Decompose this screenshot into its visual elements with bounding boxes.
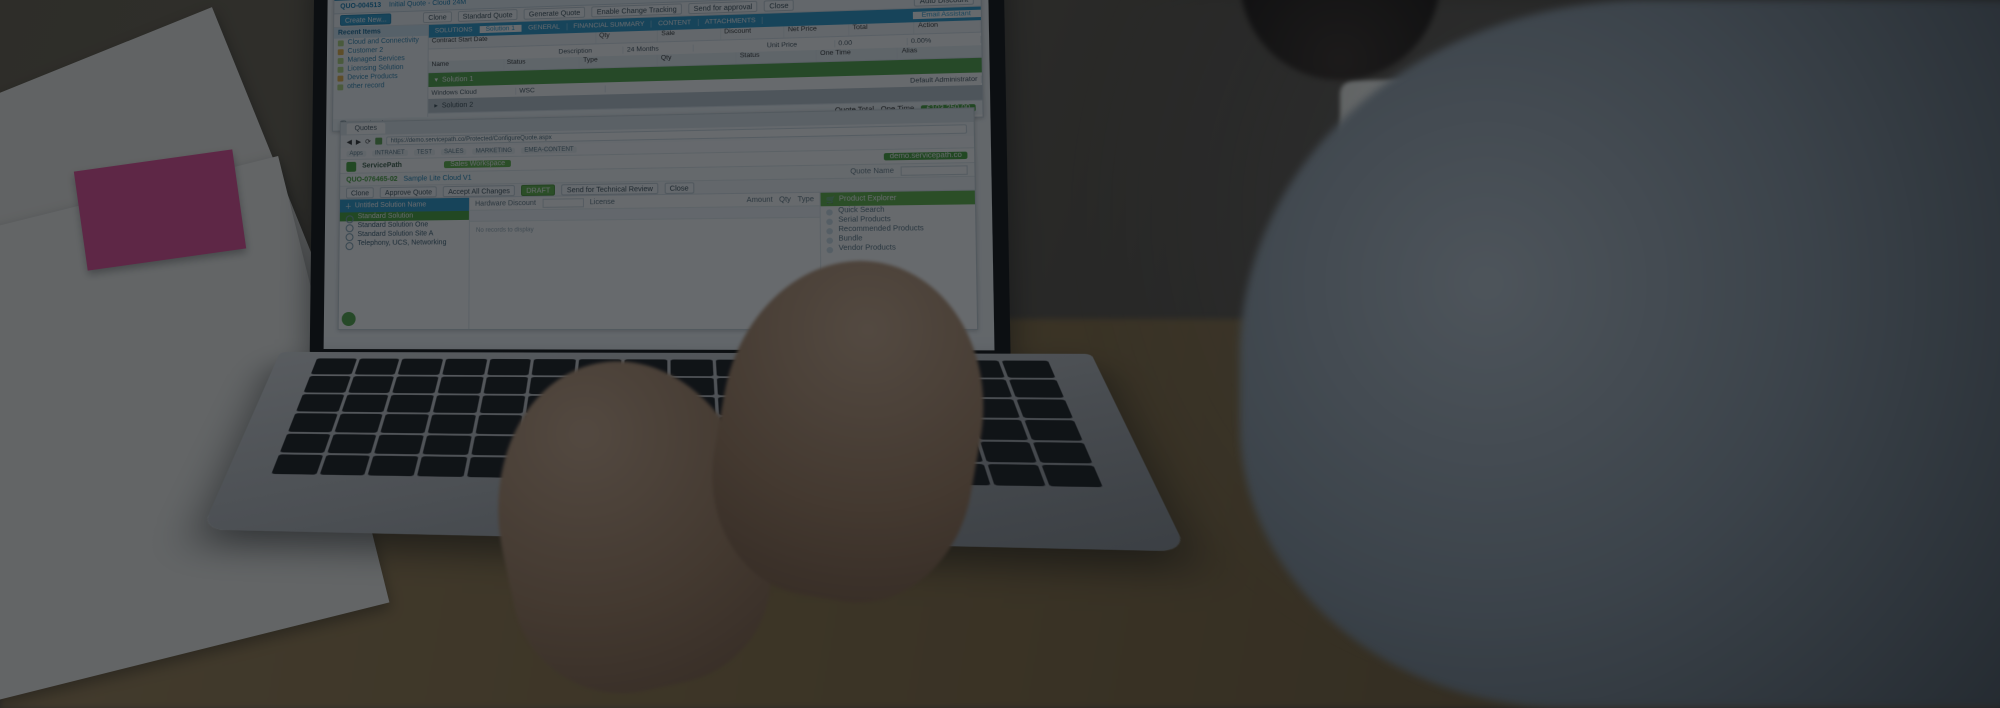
product-name: Windows Cloud: [428, 87, 516, 96]
amount-label: Amount: [747, 196, 773, 204]
license-label: License: [590, 198, 615, 205]
tree-item[interactable]: Telephony, UCS, Networking: [340, 238, 469, 248]
bookmark[interactable]: SALES: [441, 148, 467, 154]
forward-icon[interactable]: ▶: [356, 138, 361, 146]
empty-state: No records to display: [470, 218, 820, 240]
col-description: Description: [555, 46, 623, 55]
unit-price: 0.00: [835, 37, 908, 46]
tab-financial[interactable]: FINANCIAL SUMMARY: [567, 21, 652, 31]
quote-title: Initial Quote - Cloud 24M: [389, 0, 466, 9]
unit-price-label: Unit Price: [764, 40, 836, 49]
bookmark[interactable]: Apps: [346, 150, 365, 156]
status-badge: DRAFT: [521, 184, 555, 196]
close-button-2[interactable]: Close: [664, 182, 694, 194]
send-review-button[interactable]: Send for Technical Review: [562, 182, 658, 195]
chevron-right-icon: ▸: [434, 102, 438, 110]
qty-label-2: Qty: [779, 196, 791, 203]
clone-button[interactable]: Clone: [423, 11, 451, 23]
tab-content[interactable]: CONTENT: [652, 19, 699, 28]
env-badge: demo.servicepath.co: [884, 152, 967, 161]
workspace-pill[interactable]: Sales Workspace: [444, 160, 511, 168]
tree-title: Untitled Solution Name: [355, 201, 426, 209]
quote-id-2: QUO-076465-02: [346, 175, 397, 183]
tab-attachments[interactable]: ATTACHMENTS: [698, 17, 763, 26]
hw-discount-label: Hardware Discount: [475, 199, 536, 207]
back-icon[interactable]: ◀: [347, 138, 352, 146]
approve-button[interactable]: Approve Quote: [380, 186, 437, 198]
close-button[interactable]: Close: [764, 0, 794, 12]
user-name: Default Administrator: [885, 75, 982, 85]
col-action: Action: [915, 20, 982, 34]
col-netprice: Net Price: [785, 24, 850, 37]
email-assistant-toggle[interactable]: Email Assistant: [913, 10, 981, 19]
product-explorer-title: Product Explorer: [839, 195, 897, 203]
recent-items-sidebar: Recent Items Cloud and Connectivity Cust…: [333, 25, 429, 131]
brand-name: ServicePath: [362, 162, 402, 170]
col-alias: Alias: [898, 45, 981, 59]
col-onetime: One Time: [817, 48, 899, 62]
product-sku: WSC: [516, 85, 606, 94]
hw-discount-input[interactable]: [542, 198, 583, 208]
solution-1-label: Solution 1: [442, 75, 473, 83]
enable-change-tracking-button[interactable]: Enable Change Tracking: [592, 3, 682, 17]
recent-item[interactable]: other record: [333, 80, 427, 91]
bookmark[interactable]: MARKETING: [473, 147, 515, 154]
tab-solution1[interactable]: Solution 1: [480, 25, 523, 33]
standard-quote-button[interactable]: Standard Quote: [458, 9, 518, 22]
chevron-down-icon: ▾: [434, 76, 438, 84]
col-type: Type: [580, 55, 658, 68]
col-sale: Sale: [658, 28, 721, 41]
send-approval-button[interactable]: Send for approval: [688, 1, 757, 15]
plus-icon[interactable]: ＋: [345, 201, 352, 211]
col-total: Total: [849, 22, 915, 35]
col-qty2: Qty: [658, 52, 737, 65]
col-discount: Discount: [721, 26, 785, 39]
auto-discount-button[interactable]: Auto Discount: [914, 0, 974, 7]
create-new-button[interactable]: Create New...: [340, 13, 392, 25]
col-status2: Status: [737, 50, 817, 64]
quote-id: QUO-004513: [340, 2, 381, 10]
browser-tab[interactable]: Quotes: [347, 123, 385, 135]
quote-name-input[interactable]: [901, 165, 968, 176]
solution-tree-panel: ＋ Untitled Solution Name Standard Soluti…: [339, 198, 470, 329]
quote-name-label: Quote Name: [850, 167, 894, 175]
term-value: 24 Months: [624, 44, 693, 53]
col-qty: Qty: [596, 30, 658, 43]
accept-changes-button[interactable]: Accept All Changes: [443, 185, 515, 197]
reload-icon[interactable]: ⟳: [365, 137, 371, 145]
cart-icon: 🛒: [826, 195, 836, 203]
tab-general[interactable]: GENERAL: [522, 23, 567, 31]
explorer-item[interactable]: Vendor Products: [821, 243, 976, 254]
bookmark[interactable]: TEST: [414, 149, 435, 155]
type-label: Type: [797, 195, 814, 203]
bookmark[interactable]: EMEA-CONTENT: [521, 146, 577, 153]
photo-scene: Home Leads Accounts Contacts QUO-004513 …: [0, 0, 2000, 708]
quote-title-2: Sample Lite Cloud V1: [403, 174, 471, 182]
chat-bubble-icon[interactable]: [342, 312, 356, 326]
tab-solutions[interactable]: SOLUTIONS: [429, 26, 480, 35]
bookmark[interactable]: INTRANET: [372, 149, 408, 156]
brand-logo-icon: [346, 161, 356, 171]
col-name: Name: [429, 59, 504, 72]
generate-quote-button[interactable]: Generate Quote: [524, 7, 586, 20]
lock-icon: [375, 138, 382, 145]
col-status: Status: [504, 57, 580, 70]
solution-2-label: Solution 2: [442, 101, 473, 109]
discount-pct: 0.00%: [908, 35, 982, 44]
clone-button-2[interactable]: Clone: [346, 187, 374, 198]
